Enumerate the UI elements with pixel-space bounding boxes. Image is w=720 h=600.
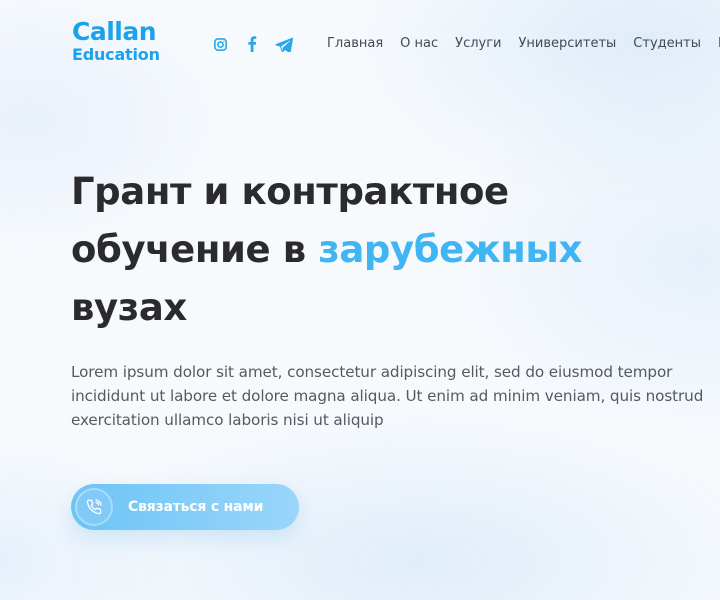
logo-text-callan: Callan bbox=[72, 17, 157, 46]
hero-description: Lorem ipsum dolor sit amet, consectetur … bbox=[71, 363, 704, 429]
telegram-icon[interactable] bbox=[275, 35, 293, 53]
main-nav: Главная О нас Услуги Университеты Студен… bbox=[327, 36, 720, 51]
nav-item-universities[interactable]: Университеты bbox=[519, 36, 617, 51]
social-links bbox=[211, 35, 293, 53]
nav-item-services[interactable]: Услуги bbox=[455, 36, 501, 51]
hero-title-part2: вузах bbox=[71, 286, 187, 329]
facebook-icon[interactable] bbox=[243, 35, 261, 53]
contact-us-label: Связаться с нами bbox=[128, 499, 264, 515]
contact-us-button[interactable]: Связаться с нами bbox=[71, 484, 299, 530]
nav-item-about[interactable]: О нас bbox=[400, 36, 438, 51]
hero-title-accent: зарубежных bbox=[318, 228, 582, 271]
hero-title: Грант и контрактное обучение в зарубежны… bbox=[71, 163, 691, 337]
instagram-icon[interactable] bbox=[211, 35, 229, 53]
logo[interactable]: Callan Education bbox=[72, 19, 160, 63]
logo-text-education: Education bbox=[72, 45, 160, 64]
nav-item-home[interactable]: Главная bbox=[327, 36, 383, 51]
nav-item-students[interactable]: Студенты bbox=[633, 36, 701, 51]
phone-icon bbox=[75, 488, 113, 526]
